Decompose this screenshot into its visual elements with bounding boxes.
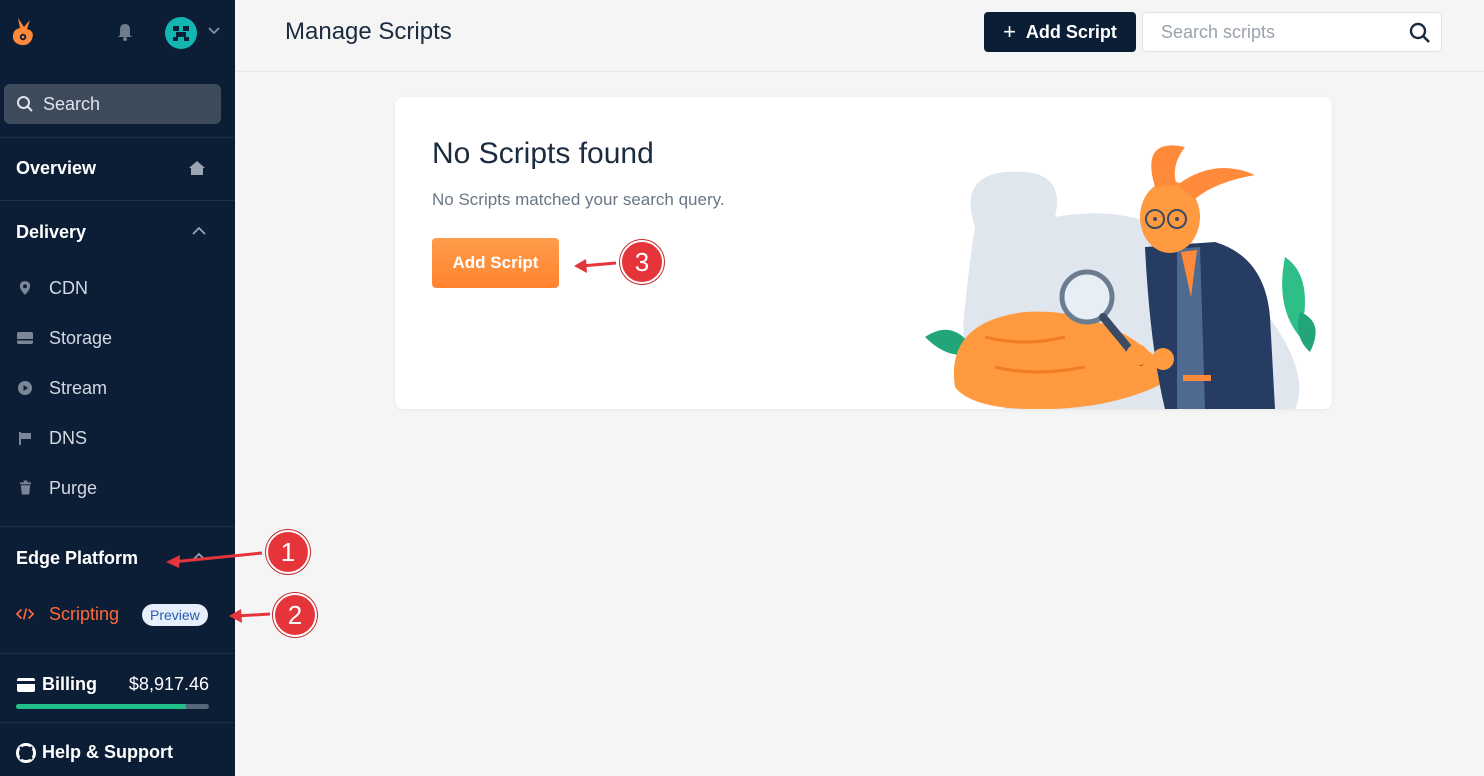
empty-state-subtitle: No Scripts matched your search query.: [432, 190, 725, 209]
sidebar-search[interactable]: Search: [4, 84, 221, 124]
sidebar-section-overview[interactable]: Overview: [16, 158, 96, 179]
chevron-down-icon[interactable]: [207, 26, 221, 36]
billing-amount: $8,917.46: [128, 674, 209, 694]
divider: [0, 722, 235, 723]
sidebar-item-dns[interactable]: DNS: [16, 423, 87, 453]
add-script-button[interactable]: + Add Script: [984, 12, 1136, 52]
sidebar-item-stream[interactable]: Stream: [16, 373, 107, 403]
code-icon: [16, 605, 34, 623]
page-title: Manage Scripts: [285, 18, 452, 45]
billing-label: Billing: [42, 674, 97, 694]
sidebar-item-purge[interactable]: Purge: [16, 473, 97, 503]
bunny-detective-illustration: [925, 145, 1316, 409]
avatar-pattern-icon: [173, 26, 189, 41]
help-support-link[interactable]: Help & Support: [16, 742, 173, 763]
storage-drive-icon: [16, 329, 34, 347]
search-icon: [17, 96, 33, 112]
bell-icon[interactable]: [116, 22, 134, 42]
divider: [0, 137, 235, 138]
annotation-marker-1: 1: [266, 530, 310, 574]
sidebar-item-label: DNS: [49, 427, 88, 448]
billing-progress-bar: [16, 704, 209, 709]
search-input[interactable]: [1143, 13, 1393, 51]
credit-card-icon: [17, 677, 35, 692]
avatar[interactable]: [165, 17, 197, 49]
plus-icon: +: [1003, 19, 1016, 44]
preview-badge: Preview: [142, 604, 208, 626]
flag-icon: [16, 429, 34, 447]
lifebuoy-icon: [16, 742, 36, 763]
sidebar-section-delivery[interactable]: Delivery: [16, 222, 86, 243]
sidebar-search-label: Search: [43, 93, 101, 114]
search-icon[interactable]: [1409, 22, 1431, 44]
add-script-button-label: Add Script: [1025, 21, 1117, 42]
annotation-marker-3: 3: [620, 240, 664, 284]
sidebar-item-label: CDN: [49, 277, 88, 298]
trash-icon: [16, 479, 34, 497]
chevron-up-icon[interactable]: [191, 226, 207, 236]
sidebar-item-storage[interactable]: Storage: [16, 323, 112, 353]
bunny-logo-icon[interactable]: [8, 16, 38, 48]
topbar: Manage Scripts + Add Script: [235, 0, 1484, 72]
empty-state-title: No Scripts found: [432, 137, 654, 170]
empty-state-add-script-button[interactable]: Add Script: [432, 238, 559, 288]
chevron-up-icon[interactable]: [191, 552, 207, 562]
sidebar-item-cdn[interactable]: CDN: [16, 273, 88, 303]
sidebar-item-scripting[interactable]: Scripting: [16, 599, 119, 629]
billing-link[interactable]: Billing: [16, 674, 97, 695]
sidebar-item-label: Stream: [49, 377, 108, 398]
sidebar-item-label: Purge: [49, 477, 98, 498]
help-support-label: Help & Support: [42, 742, 173, 762]
divider: [0, 526, 235, 527]
sidebar-section-edge-platform[interactable]: Edge Platform: [16, 548, 138, 569]
sidebar-item-label: Scripting: [49, 603, 120, 624]
empty-state-card: No Scripts found No Scripts matched your…: [395, 97, 1332, 409]
search-scripts: [1142, 12, 1442, 52]
annotation-marker-2: 2: [273, 593, 317, 637]
location-pin-icon: [16, 279, 34, 297]
divider: [0, 200, 235, 201]
home-icon: [189, 161, 205, 175]
sidebar-item-label: Storage: [49, 327, 113, 348]
sidebar-header: [0, 0, 235, 64]
play-circle-icon: [16, 379, 34, 397]
billing-progress-fill: [16, 704, 186, 709]
sidebar: Search Overview Delivery CDN Storage Str…: [0, 0, 235, 776]
divider: [0, 653, 235, 654]
